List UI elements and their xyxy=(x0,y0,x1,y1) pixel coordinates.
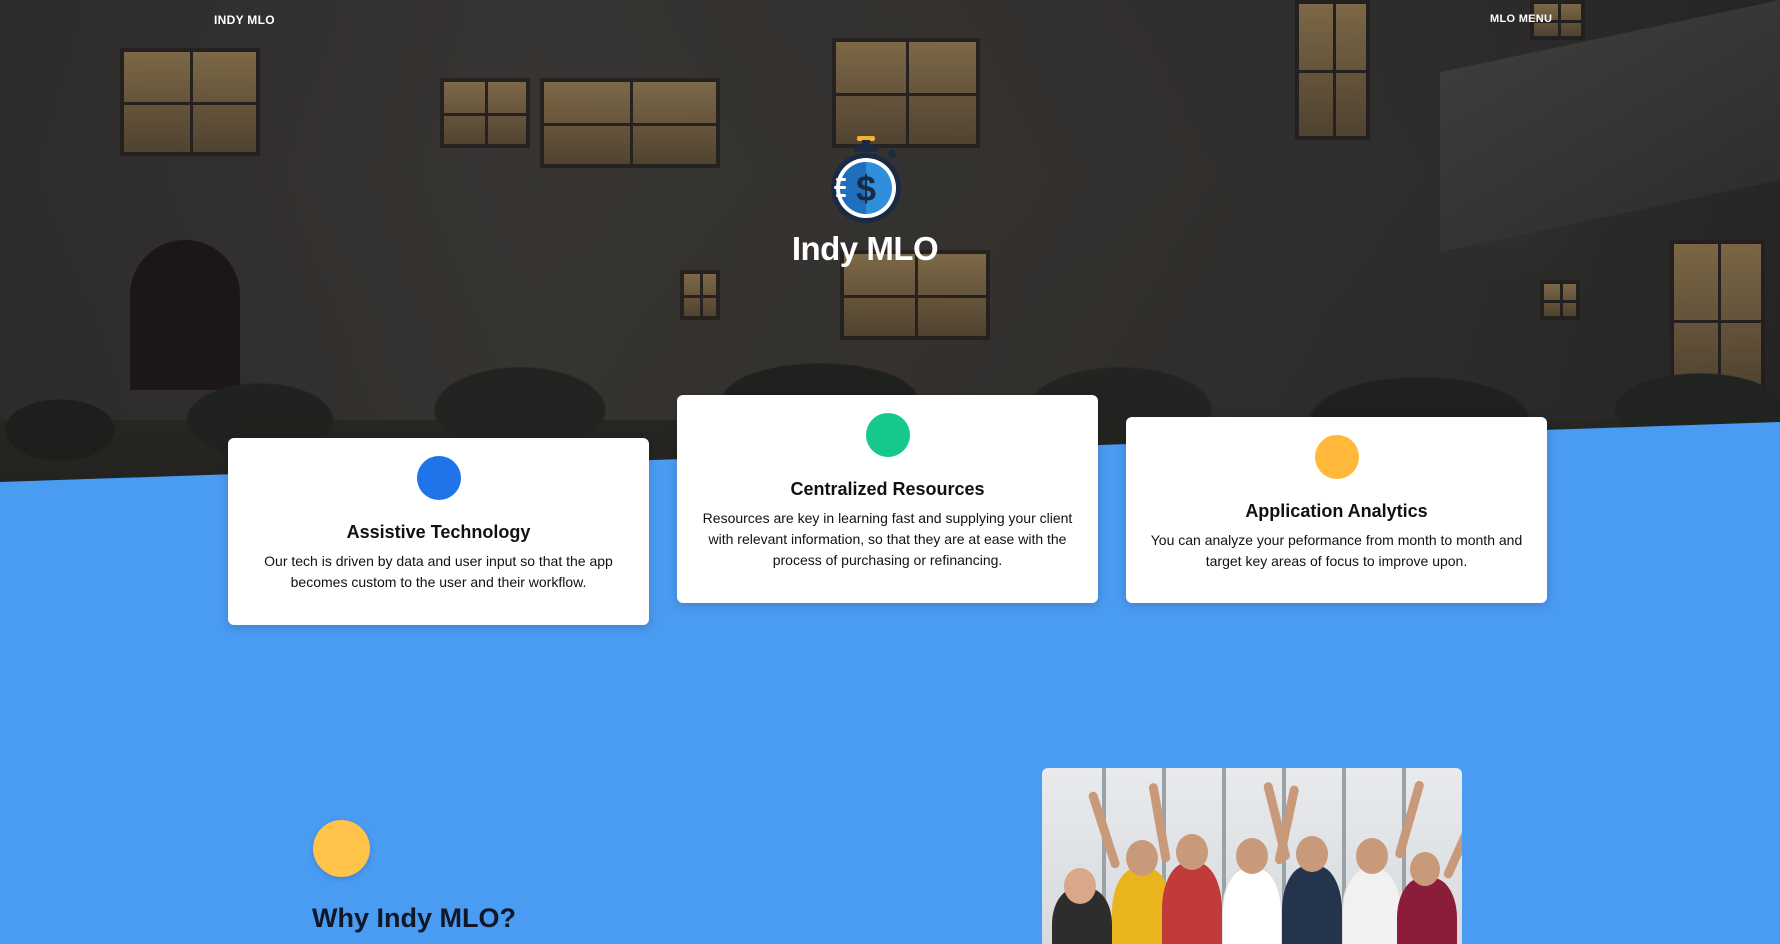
landing-page: INDY MLO MLO MENU $ Indy MLO Assistive T… xyxy=(0,0,1780,944)
feature-description: Resources are key in learning fast and s… xyxy=(702,510,1073,568)
feature-description: Our tech is driven by data and user inpu… xyxy=(264,553,613,590)
feature-title: Centralized Resources xyxy=(790,479,985,499)
feature-card-assistive-technology: Assistive Technology Our tech is driven … xyxy=(228,438,649,625)
svg-text:$: $ xyxy=(856,168,876,209)
stopwatch-dollar-icon: $ xyxy=(831,136,901,223)
feature-title: Application Analytics xyxy=(1245,501,1428,521)
why-section-title: Why Indy MLO? xyxy=(312,903,516,933)
feature-title: Assistive Technology xyxy=(346,522,531,542)
feature-card-application-analytics: Application Analytics You can analyze yo… xyxy=(1126,417,1547,603)
feature-card-centralized-resources: Centralized Resources Resources are key … xyxy=(677,395,1098,603)
nav-brand-link[interactable]: INDY MLO xyxy=(214,13,275,27)
feature-dot-orange-icon xyxy=(1314,435,1359,479)
feature-description: You can analyze your peformance from mon… xyxy=(1150,532,1523,569)
feature-dot-green-icon xyxy=(865,413,910,457)
why-dot-yellow-icon xyxy=(313,820,370,877)
feature-dot-blue-icon xyxy=(416,456,461,500)
team-celebration-photo xyxy=(1042,768,1462,944)
hero-title: Indy MLO xyxy=(791,230,939,267)
mlo-menu-button[interactable]: MLO MENU xyxy=(1490,13,1552,25)
